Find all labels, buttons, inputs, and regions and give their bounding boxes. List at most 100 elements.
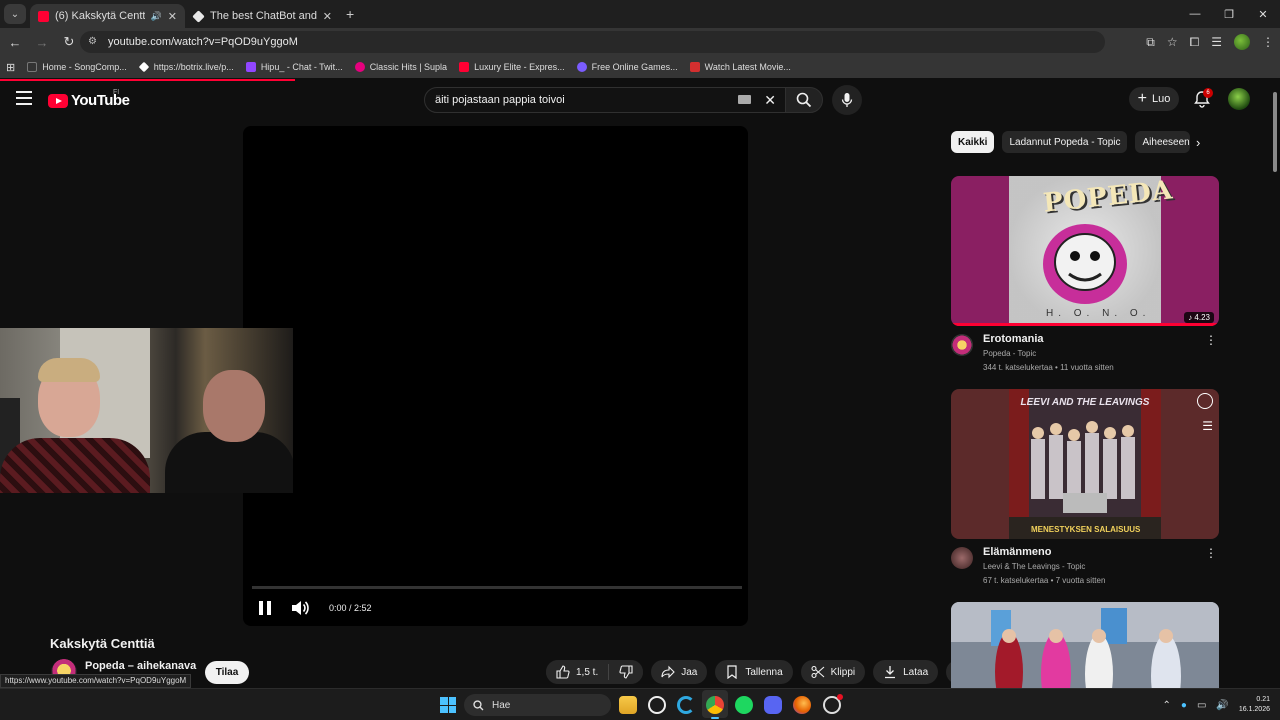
streaming-app-icon[interactable] bbox=[648, 696, 666, 714]
watched-progress-bar bbox=[951, 323, 1219, 326]
tab-search-button[interactable]: ⌄ bbox=[4, 4, 26, 24]
address-toolbar: ← → ↻ ⚙ youtube.com/watch?v=PqOD9uYggoM … bbox=[0, 28, 1280, 56]
bookmarks-bar: ⊞ Home - SongComp... https://botrix.live… bbox=[0, 56, 1280, 78]
tab-audio-icon[interactable]: 🔊 bbox=[151, 11, 162, 22]
channel-avatar[interactable] bbox=[951, 547, 973, 569]
tab-youtube[interactable]: (6) Kakskytä Centtiä - YouTube 🔊 ✕ bbox=[30, 4, 185, 28]
related-video-card[interactable]: POPEDA H. O. N. O. ♪ 4.23 Erotomania Pop… bbox=[951, 176, 1219, 372]
share-arrow-icon bbox=[661, 665, 676, 679]
pause-icon[interactable] bbox=[259, 601, 271, 615]
tab-botrix[interactable]: The best ChatBot and Widgets for ✕ bbox=[185, 4, 340, 28]
bookmark-item[interactable]: Watch Latest Movie... bbox=[689, 62, 791, 72]
discord-icon[interactable] bbox=[764, 696, 782, 714]
card-title[interactable]: Elämänmeno bbox=[983, 546, 1051, 558]
speaker-icon[interactable]: 🔊 bbox=[1216, 700, 1228, 711]
scrollbar-thumb[interactable] bbox=[1273, 92, 1277, 172]
chrome-icon[interactable] bbox=[706, 696, 724, 714]
url-bar[interactable]: ⚙ youtube.com/watch?v=PqOD9uYggoM bbox=[80, 31, 1105, 53]
tab-groups-icon[interactable]: ☰ bbox=[1211, 35, 1222, 49]
channel-avatar[interactable] bbox=[951, 334, 973, 356]
bookmark-item[interactable]: Home - SongComp... bbox=[27, 62, 127, 72]
create-label: Luo bbox=[1151, 93, 1171, 105]
save-button[interactable]: Tallenna bbox=[715, 660, 793, 684]
guide-menu-icon[interactable] bbox=[16, 91, 32, 105]
bookmark-item[interactable]: Luxury Elite - Expres... bbox=[459, 62, 565, 72]
watch-later-clock-icon[interactable] bbox=[1197, 393, 1213, 409]
chip-related[interactable]: Aiheeseen l bbox=[1135, 131, 1191, 153]
extensions-icon[interactable]: ⧠ bbox=[1190, 35, 1200, 50]
restore-icon[interactable]: ❐ bbox=[1212, 0, 1246, 28]
download-button[interactable]: Lataa bbox=[873, 660, 939, 684]
bookmark-item[interactable]: https://botrix.live/p... bbox=[138, 61, 234, 73]
botrix-icon bbox=[138, 61, 150, 73]
taskbar-search[interactable]: Hae bbox=[464, 694, 611, 716]
chevron-right-icon[interactable]: › bbox=[1196, 135, 1200, 150]
card-channel[interactable]: Popeda - Topic bbox=[983, 349, 1036, 358]
spotify-icon[interactable] bbox=[735, 696, 753, 714]
tab-close-icon[interactable]: ✕ bbox=[168, 10, 177, 23]
minimize-icon[interactable]: — bbox=[1178, 0, 1212, 28]
card-menu-icon[interactable]: ⋮ bbox=[1205, 546, 1217, 560]
site-info-icon[interactable]: ⚙ bbox=[88, 36, 100, 48]
window-close-icon[interactable]: ✕ bbox=[1246, 0, 1280, 28]
video-thumbnail[interactable]: LEEVI AND THE LEAVINGS MENESTYKSEN SALAI… bbox=[951, 389, 1219, 539]
apps-grid-icon[interactable]: ⊞ bbox=[6, 61, 15, 74]
channel-name[interactable]: Popeda – aihekanava bbox=[85, 660, 196, 672]
network-icon[interactable]: ▭ bbox=[1197, 700, 1206, 711]
related-video-card[interactable]: LEEVI AND THE LEAVINGS MENESTYKSEN SALAI… bbox=[951, 389, 1219, 585]
thumbnail-subtitle-art: H. O. N. O. bbox=[1046, 308, 1151, 319]
keyboard-icon[interactable] bbox=[738, 95, 751, 104]
system-tray: ⌃ ● ▭ 🔊 0.21 16.1.2026 bbox=[1163, 689, 1271, 720]
profile-avatar[interactable] bbox=[1234, 34, 1250, 50]
card-channel[interactable]: Leevi & The Leavings - Topic bbox=[983, 562, 1085, 571]
card-menu-icon[interactable]: ⋮ bbox=[1205, 333, 1217, 347]
browser-menu-icon[interactable]: ⋮ bbox=[1262, 35, 1274, 49]
clear-search-icon[interactable]: ✕ bbox=[764, 92, 776, 109]
clip-button[interactable]: Klippi bbox=[800, 660, 866, 684]
tray-overflow-chevron-icon[interactable]: ⌃ bbox=[1163, 700, 1171, 711]
file-explorer-icon[interactable] bbox=[619, 696, 637, 714]
notification-badge: 6 bbox=[1203, 88, 1213, 98]
like-button[interactable]: 1,5 t. bbox=[546, 660, 609, 684]
youtube-icon bbox=[459, 62, 470, 72]
add-to-queue-icon[interactable]: ☰ bbox=[1202, 419, 1213, 433]
taskbar-clock[interactable]: 0.21 16.1.2026 bbox=[1239, 695, 1270, 715]
reload-icon[interactable]: ↻ bbox=[57, 34, 81, 50]
tab-close-icon[interactable]: ✕ bbox=[323, 10, 332, 23]
create-button[interactable]: + Luo bbox=[1129, 87, 1179, 111]
card-title[interactable]: Erotomania bbox=[983, 333, 1044, 345]
back-arrow-icon[interactable]: ← bbox=[3, 35, 27, 50]
tray-mic-icon[interactable]: ● bbox=[1181, 700, 1187, 711]
subscribe-button[interactable]: Tilaa bbox=[205, 661, 249, 684]
bookmark-item[interactable]: Free Online Games... bbox=[576, 62, 678, 72]
bookmark-item[interactable]: Hipu_ - Chat - Twit... bbox=[245, 62, 343, 72]
chip-uploaded-by[interactable]: Ladannut Popeda - Topic bbox=[1002, 131, 1128, 153]
share-button[interactable]: Jaa bbox=[651, 660, 708, 684]
voice-search-button[interactable] bbox=[832, 85, 862, 115]
new-tab-plus-icon[interactable]: + bbox=[346, 6, 354, 22]
search-input[interactable]: äiti pojastaan pappia toivoi ✕ bbox=[424, 87, 786, 113]
browser-tab-strip: ⌄ (6) Kakskytä Centtiä - YouTube 🔊 ✕ The… bbox=[0, 0, 1280, 28]
tab-title: The best ChatBot and Widgets for bbox=[210, 10, 317, 22]
games-icon bbox=[576, 62, 587, 72]
video-thumbnail[interactable]: POPEDA H. O. N. O. ♪ 4.23 bbox=[951, 176, 1219, 326]
forward-arrow-icon[interactable]: → bbox=[30, 35, 54, 50]
firefox-icon[interactable] bbox=[793, 696, 811, 714]
dislike-button[interactable] bbox=[609, 660, 644, 684]
search-button[interactable] bbox=[785, 87, 823, 113]
account-avatar[interactable] bbox=[1228, 88, 1250, 110]
chip-all[interactable]: Kaikki bbox=[951, 131, 995, 153]
page-scrollbar[interactable] bbox=[1270, 82, 1280, 688]
windows-start-icon[interactable] bbox=[440, 697, 456, 713]
region-code: FI bbox=[113, 89, 120, 96]
video-player[interactable] bbox=[243, 126, 748, 626]
video-thumbnail[interactable] bbox=[951, 602, 1219, 688]
bookmark-item[interactable]: Classic Hits | Supla bbox=[354, 62, 447, 72]
seek-bar[interactable] bbox=[252, 586, 742, 589]
volume-icon[interactable] bbox=[290, 600, 310, 616]
cast-icon[interactable]: ⧉ bbox=[1146, 35, 1155, 50]
download-icon bbox=[885, 666, 896, 679]
bookmark-star-icon[interactable]: ☆ bbox=[1167, 35, 1178, 49]
edge-app-icon[interactable] bbox=[677, 696, 695, 714]
related-video-card[interactable] bbox=[951, 602, 1219, 688]
